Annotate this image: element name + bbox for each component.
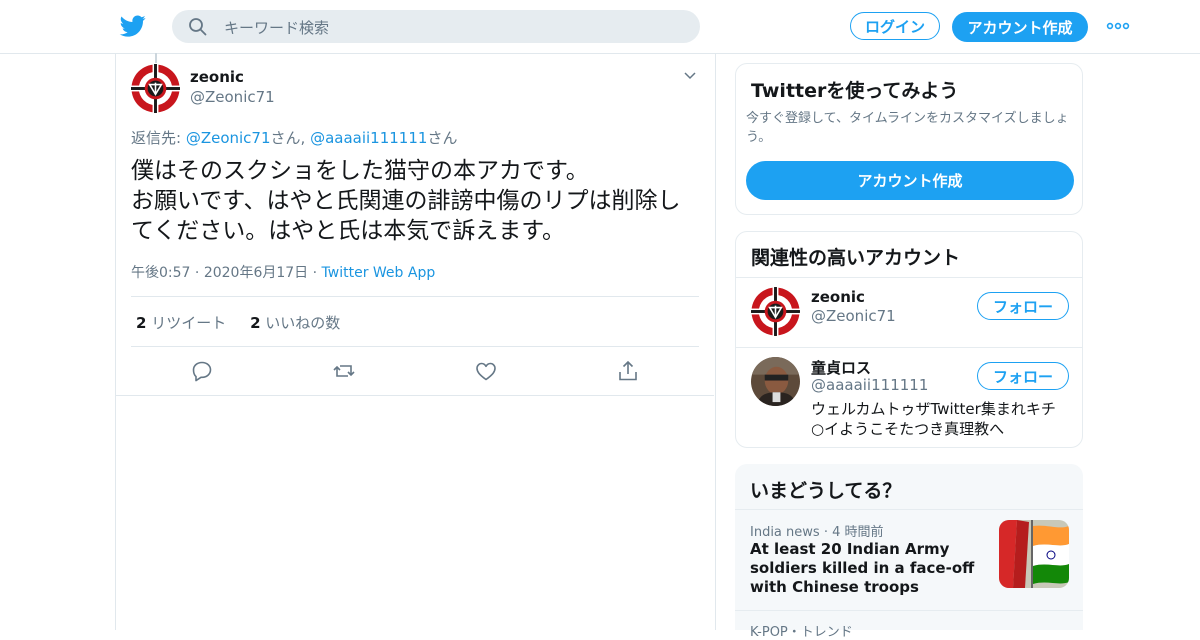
tweet-text: 僕はそのスクショをした猫守の本アカです。 お願いです、はやと氏関連の誹謗中傷のリ… — [131, 158, 681, 244]
retweet-label: リツイート — [151, 314, 227, 332]
search-bar[interactable] — [172, 10, 700, 45]
meta-separator: · — [194, 265, 200, 281]
trend-headline[interactable]: At least 20 Indian Army soldiers killed … — [750, 540, 978, 597]
tweet-stats: 2 リツイート 2 いいねの数 — [136, 312, 340, 333]
login-button[interactable]: ログイン — [850, 12, 940, 40]
account-name[interactable]: 童貞ロス — [811, 357, 871, 378]
retweet-count: 2 — [136, 314, 147, 332]
follow-button[interactable]: フォロー — [977, 362, 1069, 390]
signup-card-description: 今すぐ登録して、タイムラインをカスタマイズしましょう。 — [746, 111, 1069, 145]
divider — [116, 395, 714, 396]
divider — [736, 347, 1082, 348]
divider — [131, 346, 699, 347]
author-avatar[interactable] — [131, 64, 180, 113]
reply-suffix: さん — [427, 129, 458, 147]
reply-prefix: 返信先: — [131, 129, 186, 147]
trend-source: India news — [750, 525, 820, 540]
more-options-icon[interactable] — [1106, 18, 1130, 34]
divider — [735, 509, 1083, 510]
account-avatar[interactable] — [751, 287, 800, 336]
divider — [131, 296, 699, 297]
share-icon[interactable] — [616, 359, 640, 383]
account-handle[interactable]: @Zeonic71 — [811, 307, 896, 325]
follow-button[interactable]: フォロー — [977, 292, 1069, 320]
reply-icon[interactable] — [190, 359, 214, 383]
like-stat[interactable]: 2 いいねの数 — [250, 314, 340, 332]
chevron-down-icon[interactable] — [683, 70, 697, 82]
tweet-source-link[interactable]: Twitter Web App — [322, 265, 436, 281]
account-handle[interactable]: @aaaaii111111 — [811, 376, 928, 394]
account-name[interactable]: zeonic — [811, 288, 865, 306]
account-avatar[interactable] — [751, 357, 800, 406]
divider — [736, 277, 1082, 278]
signup-card-title: Twitterを使ってみよう — [751, 80, 959, 102]
retweet-icon[interactable] — [332, 359, 356, 383]
like-icon[interactable] — [474, 359, 498, 383]
reply-user-link[interactable]: @Zeonic71 — [186, 129, 271, 147]
author-handle[interactable]: @Zeonic71 — [190, 88, 275, 106]
twitter-bird-icon[interactable] — [119, 13, 147, 39]
search-input[interactable] — [222, 10, 686, 45]
trend-meta: India news · 4 時間前 — [750, 521, 884, 540]
top-navigation-bar: ログイン アカウント作成 — [0, 0, 1200, 54]
divider — [735, 610, 1083, 611]
signup-card: Twitterを使ってみよう 今すぐ登録して、タイムラインをカスタマイズしましょ… — [735, 63, 1083, 215]
trend-meta: K-POP・トレンド — [750, 625, 853, 640]
search-icon — [189, 18, 207, 36]
author-name[interactable]: zeonic — [190, 68, 244, 86]
reply-to-line: 返信先: @Zeonic71さん, @aaaaii111111さん — [131, 127, 457, 148]
trend-time: 4 時間前 — [832, 525, 884, 540]
signup-card-button[interactable]: アカウント作成 — [746, 161, 1074, 200]
like-count: 2 — [250, 314, 261, 332]
reply-suffix: さん, — [270, 129, 311, 147]
trend-thumbnail[interactable] — [999, 520, 1069, 588]
trends-card: いまどうしてる？ India news · 4 時間前 At least 20 … — [735, 464, 1083, 640]
meta-separator: · — [823, 525, 828, 540]
signup-button[interactable]: アカウント作成 — [952, 12, 1088, 42]
related-accounts-title: 関連性の高いアカウント — [751, 247, 961, 269]
reply-user-link[interactable]: @aaaaii111111 — [310, 129, 427, 147]
meta-separator: · — [312, 265, 318, 281]
tweet-meta: 午後0:57 · 2020年6月17日 · Twitter Web App — [131, 262, 435, 282]
like-label: いいねの数 — [265, 314, 341, 332]
account-bio: ウェルカムトゥザTwitter集まれキチ○イようこそたつき真理教へ — [811, 400, 1056, 438]
retweet-stat[interactable]: 2 リツイート — [136, 314, 226, 332]
related-accounts-card: 関連性の高いアカウント zeonic @Zeonic71 フォロー 童貞ロス @… — [735, 231, 1083, 448]
tweet-date[interactable]: 2020年6月17日 — [204, 265, 308, 281]
tweet-time[interactable]: 午後0:57 — [131, 265, 190, 281]
thread-line — [155, 53, 157, 63]
trends-title: いまどうしてる？ — [750, 480, 902, 502]
